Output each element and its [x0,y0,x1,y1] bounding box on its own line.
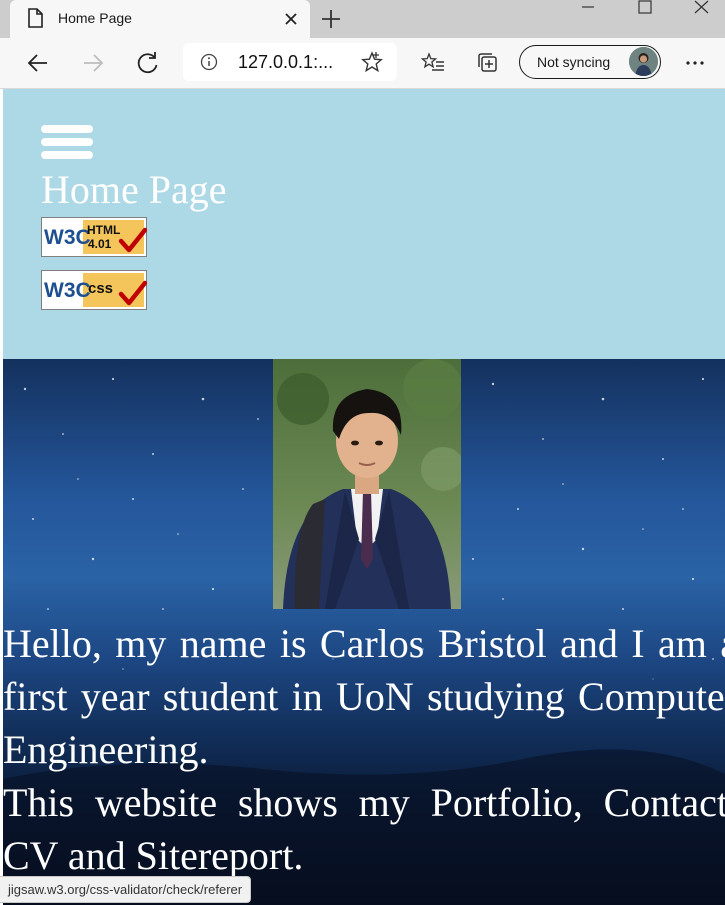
tab-strip: Home Page [0,0,725,38]
w3c-css-badge[interactable]: W3C css [41,270,147,310]
hero-section: Hello, my name is Carlos Bristol and I a… [3,359,725,905]
collections-icon[interactable] [475,50,501,76]
more-icon[interactable] [682,50,708,76]
address-bar[interactable]: 127.0.0.1:... [183,43,397,81]
back-arrow-icon[interactable] [25,50,51,76]
browser-window: Home Page 127.0.0.1:... Not syncing Home… [0,0,725,905]
window-close-icon[interactable] [688,0,716,20]
refresh-icon[interactable] [135,50,161,76]
w3c-html-badge[interactable]: W3C HTML 4.01 [41,217,147,257]
forward-arrow-icon[interactable] [80,50,106,76]
minimize-icon[interactable] [574,0,602,20]
hamburger-menu-icon[interactable] [41,125,93,163]
status-bar-url: jigsaw.w3.org/css-validator/check/refere… [0,876,252,903]
intro-text: Hello, my name is Carlos Bristol and I a… [3,617,725,882]
sync-label: Not syncing [537,54,611,70]
maximize-icon[interactable] [630,0,658,20]
avatar [629,47,658,76]
site-header: Home Page W3C HTML 4.01 W3C css [3,89,725,359]
close-icon[interactable] [282,10,300,28]
profile-sync-button[interactable]: Not syncing [519,45,661,79]
url-text: 127.0.0.1:... [238,52,334,72]
badge-w3c-text: W3C [44,279,91,302]
star-icon[interactable] [361,51,383,73]
page-title: Home Page [41,167,227,212]
browser-toolbar: 127.0.0.1:... Not syncing [0,38,725,89]
profile-photo [273,359,461,609]
intro-paragraph-2: This website shows my Portfolio, Contact… [3,780,725,878]
intro-paragraph-1: Hello, my name is Carlos Bristol and I a… [3,621,725,772]
badge-version-text: 4.01 [88,237,112,251]
badge-html-text: HTML [87,223,120,237]
tab-title: Home Page [58,10,132,26]
plus-icon[interactable] [318,6,344,32]
tab-home-page[interactable]: Home Page [10,0,310,38]
info-icon[interactable] [200,53,218,71]
badge-w3c-text: W3C [44,226,91,249]
badge-css-text: css [88,280,113,297]
page-icon [28,8,43,28]
favorites-list-icon[interactable] [420,50,446,76]
